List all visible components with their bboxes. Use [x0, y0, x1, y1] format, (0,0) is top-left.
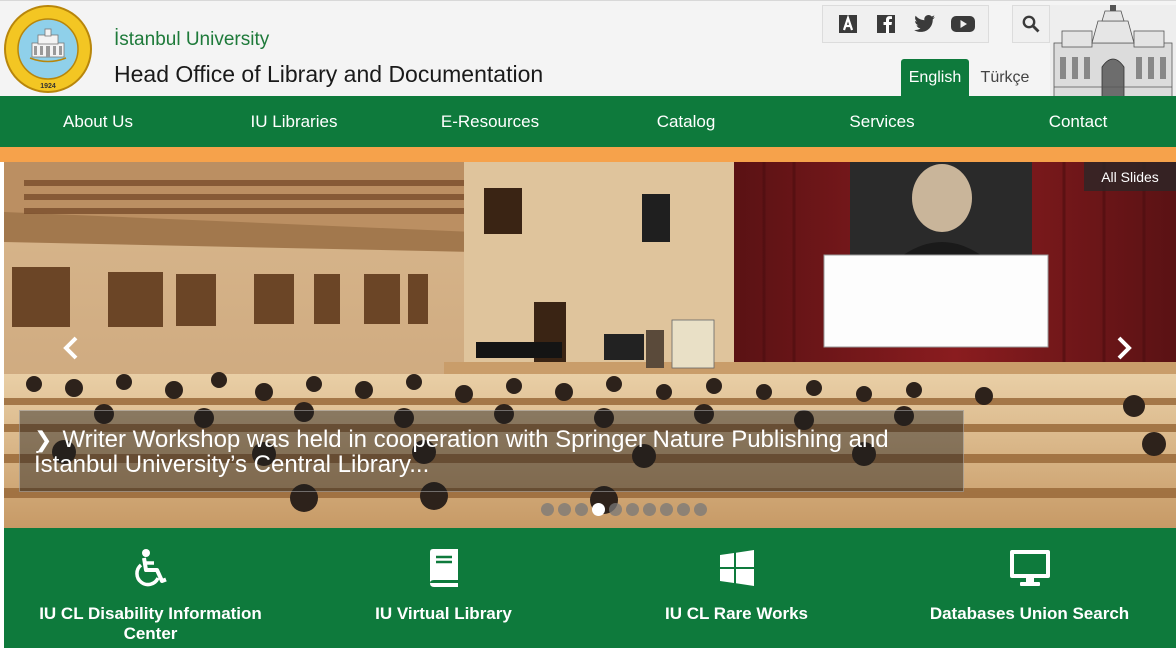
building-illustration: [1050, 5, 1176, 97]
main-nav: About Us IU Libraries E-Resources Catalo…: [0, 96, 1176, 148]
quick-link-label: IU CL Rare Works: [665, 604, 808, 623]
slide-caption-text: Writer Workshop was held in cooperation …: [34, 426, 889, 478]
slider-dot[interactable]: [660, 503, 673, 516]
slider-dot[interactable]: [609, 503, 622, 516]
chevron-right-icon: ❯: [34, 427, 53, 452]
nav-contact[interactable]: Contact: [980, 96, 1176, 148]
slider-next-button[interactable]: [1109, 330, 1139, 366]
slider-dot[interactable]: [694, 503, 707, 516]
slider-prev-button[interactable]: [56, 330, 86, 366]
slider-dot[interactable]: [558, 503, 571, 516]
nav-accent-bar: [0, 147, 1176, 162]
quick-link-rare-works[interactable]: IU CL Rare Works: [590, 528, 883, 648]
quick-link-databases-search[interactable]: Databases Union Search: [883, 528, 1176, 648]
nav-services[interactable]: Services: [784, 96, 980, 148]
slider-dot[interactable]: [677, 503, 690, 516]
slide-caption[interactable]: ❯ Writer Workshop was held in cooperation…: [19, 410, 964, 492]
slider-dot-active[interactable]: [592, 503, 605, 516]
slider-dot[interactable]: [541, 503, 554, 516]
youtube-icon[interactable]: [950, 13, 975, 35]
slider-dot[interactable]: [643, 503, 656, 516]
nav-e-resources[interactable]: E-Resources: [392, 96, 588, 148]
search-icon: [1022, 15, 1040, 33]
social-links: [822, 5, 989, 43]
slider-pagination: [541, 503, 707, 516]
windows-icon: [715, 546, 759, 590]
slider-dot[interactable]: [626, 503, 639, 516]
quick-link-disability-center[interactable]: IU CL Disability Information Center: [4, 528, 297, 648]
site-title[interactable]: Head Office of Library and Documentation: [114, 61, 543, 88]
book-icon: [422, 546, 466, 590]
university-name[interactable]: İstanbul University: [114, 29, 269, 51]
nav-iu-libraries[interactable]: IU Libraries: [196, 96, 392, 148]
chevron-right-icon: [1117, 336, 1132, 360]
quick-link-label: IU Virtual Library: [375, 604, 512, 623]
slider-dot[interactable]: [575, 503, 588, 516]
site-header: 1924 İstanbul University Head Office of …: [0, 0, 1176, 97]
nav-about-us[interactable]: About Us: [0, 96, 196, 148]
monitor-icon: [1008, 546, 1052, 590]
library-logo[interactable]: 1924: [4, 5, 92, 93]
news-slider[interactable]: All Slides ❯ Writer Workshop was held in …: [4, 162, 1176, 528]
language-english-tab[interactable]: English: [901, 59, 969, 97]
chevron-left-icon: [63, 336, 78, 360]
wheelchair-icon: [129, 546, 173, 590]
twitter-icon[interactable]: [913, 13, 937, 35]
quick-link-label: Databases Union Search: [929, 604, 1130, 623]
quick-link-label: IU CL Disability Information Center: [39, 604, 262, 643]
quick-links: IU CL Disability Information Center IU V…: [4, 528, 1176, 648]
language-turkish-tab[interactable]: Türkçe: [974, 59, 1036, 97]
academia-icon[interactable]: [836, 13, 860, 35]
all-slides-button[interactable]: All Slides: [1084, 162, 1176, 191]
search-button[interactable]: [1012, 5, 1050, 43]
nav-catalog[interactable]: Catalog: [588, 96, 784, 148]
quick-link-virtual-library[interactable]: IU Virtual Library: [297, 528, 590, 648]
logo-year: 1924: [40, 83, 56, 90]
facebook-icon[interactable]: [874, 13, 898, 35]
